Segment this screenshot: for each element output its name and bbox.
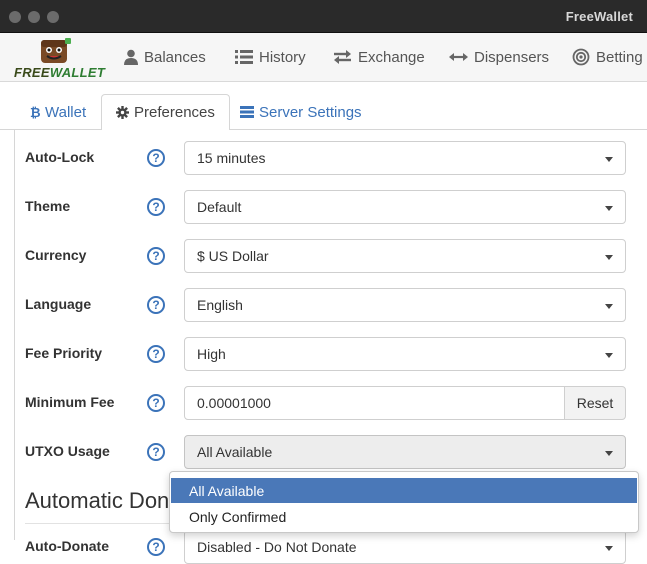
tab-wallet[interactable]: ₿ Wallet <box>16 94 100 130</box>
auto-lock-value: 15 minutes <box>197 150 266 166</box>
auto-lock-help-icon[interactable]: ? <box>147 149 165 167</box>
caret-down-icon <box>605 304 613 309</box>
minimum-fee-row: Minimum Fee ? 0.00001000 Reset <box>15 386 647 420</box>
auto-lock-row: Auto-Lock ? 15 minutes <box>15 141 647 175</box>
minimum-fee-label: Minimum Fee <box>25 394 115 410</box>
auto-donate-row: Auto-Donate ? Disabled - Do Not Donate <box>15 530 647 564</box>
language-select[interactable]: English <box>184 288 626 322</box>
theme-select[interactable]: Default <box>184 190 626 224</box>
nav-betting-label: Betting <box>596 48 643 66</box>
window-title: FreeWallet <box>565 9 633 24</box>
caret-down-icon <box>605 157 613 162</box>
fee-priority-help-icon[interactable]: ? <box>147 345 165 363</box>
theme-row: Theme ? Default <box>15 190 647 224</box>
nav-exchange[interactable]: Exchange <box>333 47 425 67</box>
exchange-icon <box>334 50 351 64</box>
logo-free-text: FREE <box>14 65 50 80</box>
utxo-usage-select[interactable]: All Available <box>184 435 626 469</box>
auto-donate-select[interactable]: Disabled - Do Not Donate <box>184 530 626 564</box>
fee-priority-select[interactable]: High <box>184 337 626 371</box>
currency-value: $ US Dollar <box>197 248 269 264</box>
settings-tabs: ₿ Wallet Preferences Server Settings <box>0 82 647 131</box>
language-row: Language ? English <box>15 288 647 322</box>
theme-label: Theme <box>25 198 71 214</box>
minimum-fee-input[interactable]: 0.00001000 <box>184 386 565 420</box>
nav-dispensers-label: Dispensers <box>474 48 550 66</box>
tab-server-settings[interactable]: Server Settings <box>226 94 376 130</box>
target-icon <box>572 48 590 66</box>
server-icon <box>240 106 254 118</box>
utxo-usage-label: UTXO Usage <box>25 443 110 459</box>
auto-donate-value: Disabled - Do Not Donate <box>197 539 357 555</box>
fee-priority-value: High <box>197 346 226 362</box>
zoom-window-button[interactable] <box>47 11 59 23</box>
reset-button[interactable]: Reset <box>564 386 626 420</box>
currency-row: Currency ? $ US Dollar <box>15 239 647 273</box>
language-value: English <box>197 297 243 313</box>
language-label: Language <box>25 296 92 312</box>
automatic-donation-heading: Automatic Dona <box>25 488 182 513</box>
nav-balances[interactable]: Balances <box>124 47 206 67</box>
theme-value: Default <box>197 199 242 215</box>
user-icon <box>124 49 138 65</box>
utxo-option-only-confirmed[interactable]: Only Confirmed <box>171 504 637 529</box>
minimum-fee-help-icon[interactable]: ? <box>147 394 165 412</box>
arrows-h-icon <box>449 53 468 61</box>
nav-history-label: History <box>259 48 306 66</box>
caret-down-icon <box>605 206 613 211</box>
caret-down-icon <box>605 255 613 260</box>
svg-text:₿: ₿ <box>30 106 40 119</box>
list-icon <box>235 50 253 64</box>
fee-priority-label: Fee Priority <box>25 345 103 361</box>
nav-balances-label: Balances <box>144 48 206 66</box>
nav-betting[interactable]: Betting <box>572 47 643 67</box>
auto-donate-label: Auto-Donate <box>25 538 109 554</box>
currency-select[interactable]: $ US Dollar <box>184 239 626 273</box>
nav-dispensers[interactable]: Dispensers <box>449 47 549 67</box>
auto-lock-select[interactable]: 15 minutes <box>184 141 626 175</box>
tab-preferences[interactable]: Preferences <box>101 94 230 131</box>
caret-down-icon <box>605 353 613 358</box>
tab-server-settings-label: Server Settings <box>259 103 362 121</box>
fee-priority-row: Fee Priority ? High <box>15 337 647 371</box>
top-navigation: FREEWALLET Balances History Exchange Dis… <box>0 33 647 82</box>
utxo-option-all-available[interactable]: All Available <box>171 478 637 503</box>
gear-icon <box>116 106 129 119</box>
tab-wallet-label: Wallet <box>45 103 87 121</box>
title-bar: FreeWallet <box>0 0 647 33</box>
utxo-usage-help-icon[interactable]: ? <box>147 443 165 461</box>
auto-donate-help-icon[interactable]: ? <box>147 538 165 556</box>
currency-help-icon[interactable]: ? <box>147 247 165 265</box>
utxo-usage-dropdown-menu: All Available Only Confirmed <box>169 471 639 533</box>
close-window-button[interactable] <box>9 11 21 23</box>
logo-wordmark: FREEWALLET <box>14 65 105 80</box>
minimize-window-button[interactable] <box>28 11 40 23</box>
utxo-usage-value: All Available <box>197 444 273 460</box>
utxo-usage-row: UTXO Usage ? All Available <box>15 435 647 469</box>
nav-history[interactable]: History <box>235 47 306 67</box>
language-help-icon[interactable]: ? <box>147 296 165 314</box>
wallet-mascot-icon <box>41 38 71 63</box>
theme-help-icon[interactable]: ? <box>147 198 165 216</box>
caret-down-icon <box>605 546 613 551</box>
freewallet-logo[interactable]: FREEWALLET <box>12 37 105 80</box>
logo-wallet-text: WALLET <box>49 65 106 80</box>
bitcoin-icon: ₿ <box>30 106 40 119</box>
tab-preferences-label: Preferences <box>134 104 215 121</box>
caret-down-icon <box>605 451 613 456</box>
auto-lock-label: Auto-Lock <box>25 149 95 165</box>
minimum-fee-value: 0.00001000 <box>197 395 271 411</box>
currency-label: Currency <box>25 247 87 263</box>
nav-exchange-label: Exchange <box>358 48 425 66</box>
